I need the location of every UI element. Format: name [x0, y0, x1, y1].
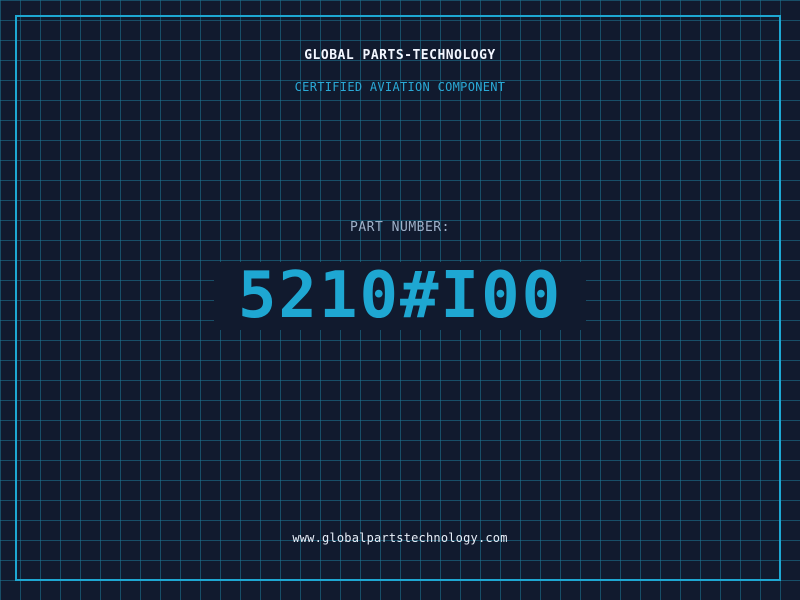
- certification-tagline: CERTIFIED AVIATION COMPONENT: [294, 80, 506, 94]
- label-canvas: GLOBAL PARTS-TECHNOLOGY CERTIFIED AVIATI…: [0, 0, 800, 600]
- part-number-panel: 5210#I00: [214, 262, 586, 330]
- part-number-label: PART NUMBER:: [350, 220, 450, 235]
- company-name: GLOBAL PARTS-TECHNOLOGY: [304, 48, 496, 63]
- website-url: www.globalpartstechnology.com: [292, 531, 508, 545]
- part-number-value: 5210#I00: [237, 259, 563, 333]
